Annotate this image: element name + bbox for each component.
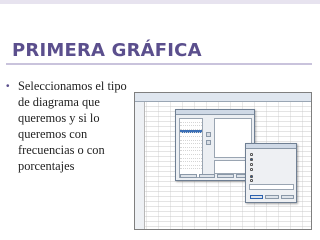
top-accent-band bbox=[0, 0, 320, 4]
screenshot-column-header bbox=[135, 93, 311, 102]
move-arrows bbox=[206, 132, 211, 146]
chart-type-dialog bbox=[245, 143, 297, 203]
chart-type-option bbox=[250, 163, 254, 166]
screenshot-row-numbers bbox=[135, 102, 145, 229]
chart-values-option bbox=[250, 175, 254, 178]
slide-title: PRIMERA GRÁFICA bbox=[12, 40, 202, 61]
chart-values-option bbox=[250, 179, 254, 182]
arrow-right-icon bbox=[206, 132, 211, 137]
arrow-right-icon bbox=[206, 140, 211, 145]
chart-type-option bbox=[250, 168, 254, 171]
chart-type-titlebar bbox=[246, 144, 296, 149]
bullet-item-text: Seleccionamos el tipo de diagrama que qu… bbox=[18, 79, 127, 173]
chart-type-option bbox=[250, 158, 254, 161]
chart-type-buttons bbox=[250, 195, 294, 199]
chart-type-option bbox=[250, 153, 254, 156]
title-divider bbox=[6, 63, 312, 65]
options-box bbox=[249, 184, 294, 190]
bullet-icon: • bbox=[6, 81, 10, 92]
chart-builder-buttons bbox=[180, 174, 252, 178]
spreadsheet-screenshot bbox=[134, 92, 312, 230]
variable-list bbox=[179, 118, 203, 178]
chart-builder-titlebar bbox=[176, 110, 254, 115]
chart-builder-dialog bbox=[175, 109, 255, 181]
